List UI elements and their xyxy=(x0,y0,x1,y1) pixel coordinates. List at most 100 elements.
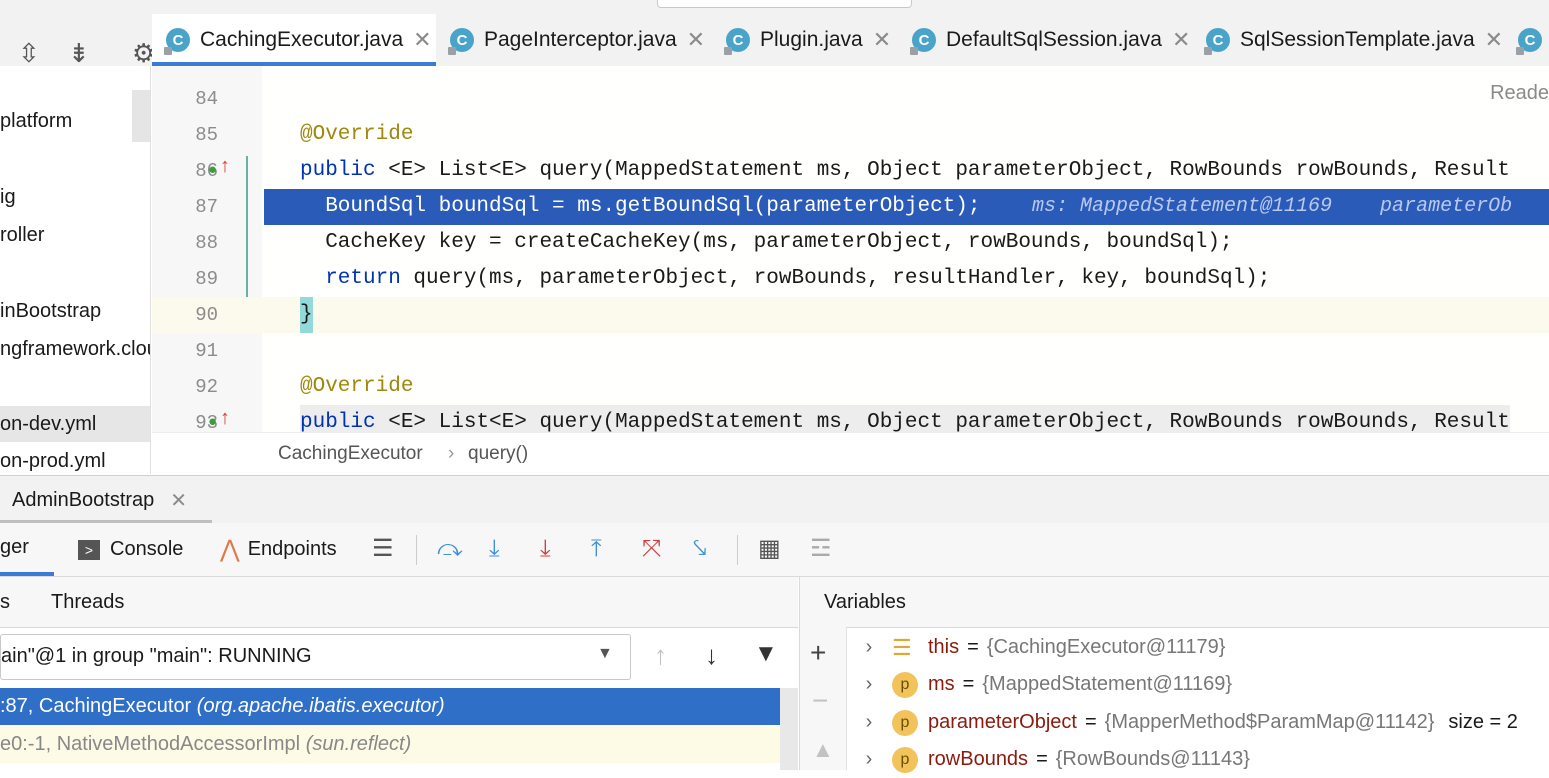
parameter-icon: p xyxy=(892,671,918,698)
run-tab-admin-bootstrap[interactable]: AdminBootstrap ✕ xyxy=(0,476,212,524)
tree-item[interactable]: roller xyxy=(0,224,44,247)
chevron-right-icon[interactable]: › xyxy=(846,673,892,696)
menu-icon[interactable]: ☰ xyxy=(372,537,394,561)
overriding-up-arrow-icon[interactable]: ↑ xyxy=(220,155,230,178)
variables-side-toolbar: + − ▲ xyxy=(799,627,847,770)
close-icon[interactable]: ✕ xyxy=(873,27,891,53)
code-line: 86 ● ↑ public <E> List<E> query(MappedSt… xyxy=(195,155,1510,182)
step-into-icon[interactable]: ⤓ xyxy=(489,537,500,561)
class-icon: C xyxy=(1516,28,1542,55)
variable-row[interactable]: › p parameterObject = {MapperMethod$ParamM… xyxy=(846,704,1549,741)
breadcrumb-method[interactable]: query() xyxy=(468,443,528,465)
add-watch-icon[interactable]: + xyxy=(810,637,826,669)
tree-item[interactable]: on-prod.yml xyxy=(0,450,106,473)
frame-item[interactable]: e0:-1, NativeMethodAccessorImpl (sun.ref… xyxy=(0,726,798,763)
code-line: 93 ● ↑ public <E> List<E> query(MappedSt… xyxy=(152,405,1549,432)
frames-tabs: s Threads xyxy=(0,577,798,628)
breadcrumb-separator-icon: › xyxy=(448,443,455,464)
implements-marker-icon[interactable]: ● xyxy=(208,161,217,178)
window-top-strip xyxy=(0,0,1549,15)
parameter-icon: p xyxy=(892,709,918,736)
chevron-right-icon[interactable]: › xyxy=(846,711,892,734)
tree-item[interactable]: ngframework.clou xyxy=(0,338,150,361)
endpoints-icon: ⋀ xyxy=(220,536,240,563)
step-over-icon[interactable]: ⤼ xyxy=(437,537,463,561)
inline-debug-values: ms: MappedStatement@11169 parameterOb xyxy=(1032,195,1513,218)
variable-row[interactable]: › ☰ this = {CachingExecutor@11179} xyxy=(846,629,1549,666)
execution-point-line: BoundSql boundSql = ms.getBoundSql(param… xyxy=(264,189,1549,225)
caret-line: 90 } xyxy=(152,297,1549,333)
thread-selector[interactable]: ain"@1 in group "main": RUNNING ▼ xyxy=(0,634,631,680)
code-line: 89 return query(ms, parameterObject, row… xyxy=(195,267,1271,290)
tab-endpoints[interactable]: ⋀ Endpoints xyxy=(220,523,337,576)
class-icon: C xyxy=(448,28,474,55)
project-toolbar: ⇳ ⇟ ⚙ xyxy=(0,14,155,66)
overriding-up-arrow-icon[interactable]: ↑ xyxy=(220,407,230,430)
filter-icon[interactable]: ▼ xyxy=(754,640,778,668)
tab-debugger[interactable]: ger xyxy=(0,523,54,576)
tab-threads[interactable]: Threads xyxy=(51,591,124,614)
expand-all-icon[interactable]: ⇳ xyxy=(18,40,40,66)
code-line: 91 xyxy=(195,340,218,362)
editor-tab-bar: C CachingExecutor.java ✕ C PageInterceptor.… xyxy=(152,14,1549,67)
project-tree: platform ig roller inBootstrap ngframewo… xyxy=(0,66,151,474)
close-icon[interactable]: ✕ xyxy=(687,27,705,53)
chevron-down-icon: ▼ xyxy=(597,645,613,662)
collapse-all-icon[interactable]: ⇟ xyxy=(68,40,90,66)
variables-header: Variables xyxy=(799,577,1549,628)
class-icon: C xyxy=(724,28,750,55)
code-line: 88 CacheKey key = createCacheKey(ms, par… xyxy=(195,231,1233,254)
toolbar-divider xyxy=(416,535,417,565)
breadcrumb: CachingExecutor › query() xyxy=(152,432,1549,475)
run-config-selector[interactable] xyxy=(657,0,912,8)
close-icon[interactable]: ✕ xyxy=(1172,27,1190,53)
trace-icon[interactable]: ☲ xyxy=(810,537,832,561)
tab-caching-executor[interactable]: C CachingExecutor.java ✕ xyxy=(152,14,436,67)
frames-scrollbar[interactable] xyxy=(780,688,798,770)
frame-item[interactable]: :87, CachingExecutor (org.apache.ibatis.… xyxy=(0,688,798,725)
code-line: 85 @Override xyxy=(195,123,414,146)
force-step-into-icon[interactable]: ⤓ xyxy=(540,537,551,561)
tab-plugin[interactable]: C Plugin.java ✕ xyxy=(724,14,891,66)
tree-item[interactable]: inBootstrap xyxy=(0,300,101,323)
chevron-right-icon[interactable]: › xyxy=(846,748,892,771)
toolbar-divider xyxy=(737,535,738,565)
step-out-icon[interactable]: ⤒ xyxy=(591,537,602,561)
tab-page-interceptor[interactable]: C PageInterceptor.java ✕ xyxy=(448,14,705,66)
code-line: 92 @Override xyxy=(195,375,414,398)
tree-item[interactable]: ig xyxy=(0,186,16,209)
class-icon: C xyxy=(910,28,936,55)
previous-frame-icon[interactable]: ↑ xyxy=(654,640,667,671)
run-to-cursor-icon[interactable]: ⤥ xyxy=(693,537,707,561)
implements-marker-icon[interactable]: ● xyxy=(208,413,217,430)
tab-sql-session-template[interactable]: C SqlSessionTemplate.java ✕ xyxy=(1204,14,1503,66)
move-up-icon[interactable]: ▲ xyxy=(812,737,834,763)
class-icon: C xyxy=(1204,28,1230,55)
tab-overflow[interactable]: C xyxy=(1516,14,1549,66)
variable-row[interactable]: › p rowBounds = {RowBounds@11143} xyxy=(846,741,1549,778)
evaluate-expression-icon[interactable]: ▦ xyxy=(758,537,781,561)
class-icon: C xyxy=(164,28,190,55)
tab-default-sql-session[interactable]: C DefaultSqlSession.java ✕ xyxy=(910,14,1190,66)
code-line-gutter: 87 xyxy=(195,196,218,218)
parameter-icon: p xyxy=(892,746,918,773)
variable-row[interactable]: › p ms = {MappedStatement@11169} xyxy=(846,666,1549,703)
next-frame-icon[interactable]: ↓ xyxy=(705,640,718,671)
debugger-toolbar: ger > Console ⋀ Endpoints ☰ ⤼ ⤓ ⤓ ⤒ ⤧ ⤥ ▦ … xyxy=(0,523,1549,577)
chevron-right-icon[interactable]: › xyxy=(846,636,892,659)
tree-item-selected[interactable]: on-dev.yml xyxy=(0,406,150,442)
remove-watch-icon[interactable]: − xyxy=(812,685,828,717)
breadcrumb-class[interactable]: CachingExecutor xyxy=(278,443,423,465)
project-scrollbar[interactable] xyxy=(132,90,150,142)
console-icon: > xyxy=(78,539,100,560)
tree-item[interactable]: platform xyxy=(0,110,72,133)
drop-frame-icon[interactable]: ⤧ xyxy=(642,537,661,561)
tab-frames[interactable]: s xyxy=(0,591,10,614)
close-icon[interactable]: ✕ xyxy=(170,488,187,513)
close-icon[interactable]: ✕ xyxy=(1485,27,1503,53)
field-list-icon: ☰ xyxy=(892,634,912,660)
code-line: 84 xyxy=(195,88,218,110)
debug-run-tabs: AdminBootstrap ✕ xyxy=(0,475,1549,524)
tab-console[interactable]: > Console xyxy=(78,523,183,576)
close-icon[interactable]: ✕ xyxy=(413,27,431,53)
